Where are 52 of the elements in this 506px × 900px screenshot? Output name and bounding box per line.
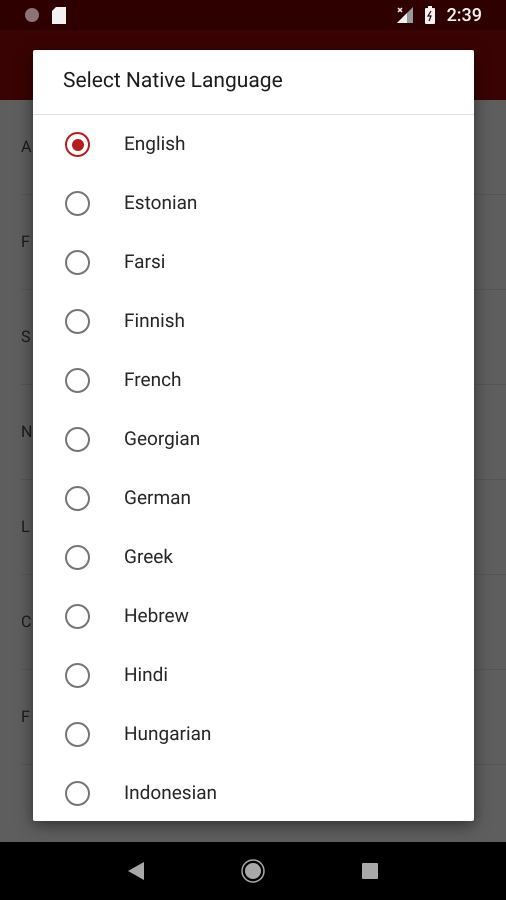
signal-icon xyxy=(396,7,413,23)
language-option[interactable]: Hungarian xyxy=(33,705,474,764)
language-option[interactable]: German xyxy=(33,469,474,528)
language-option[interactable]: French xyxy=(33,351,474,410)
option-label: Greek xyxy=(124,544,173,570)
language-option[interactable]: Farsi xyxy=(33,233,474,292)
language-option[interactable]: Hebrew xyxy=(33,587,474,646)
radio-button[interactable] xyxy=(65,250,90,275)
back-icon[interactable] xyxy=(128,862,144,880)
list-item-text: N xyxy=(21,424,32,440)
radio-button[interactable] xyxy=(65,545,90,570)
radio-button[interactable] xyxy=(65,486,90,511)
option-label: Georgian xyxy=(124,426,200,452)
list-item-text: L xyxy=(21,519,30,535)
status-time: 2:39 xyxy=(446,4,482,28)
radio-button[interactable] xyxy=(65,368,90,393)
language-option[interactable]: Indonesian xyxy=(33,764,474,821)
radio-button[interactable] xyxy=(65,427,90,452)
notification-dot-icon xyxy=(24,7,40,23)
radio-button[interactable] xyxy=(65,191,90,216)
option-label: Finnish xyxy=(124,308,185,334)
radio-button[interactable] xyxy=(65,604,90,629)
option-label: Estonian xyxy=(124,190,198,216)
option-label: Hungarian xyxy=(124,721,212,748)
list-item-text: F xyxy=(21,709,30,725)
home-icon[interactable] xyxy=(240,859,265,883)
option-label: Hebrew xyxy=(124,603,189,630)
dialog-title: Select Native Language xyxy=(63,68,283,96)
language-option[interactable]: Greek xyxy=(33,528,474,587)
list-item-text: A xyxy=(21,139,32,155)
radio-button[interactable] xyxy=(65,722,90,747)
option-label: Farsi xyxy=(124,249,166,276)
list-item-text: S xyxy=(21,329,30,345)
battery-icon xyxy=(424,6,435,24)
list-item-text: C xyxy=(21,614,32,630)
language-option[interactable]: Georgian xyxy=(33,410,474,469)
option-label: French xyxy=(124,367,182,394)
list-item-text: F xyxy=(21,234,30,250)
language-option[interactable]: Estonian xyxy=(33,174,474,233)
language-option[interactable]: English xyxy=(33,115,474,174)
option-label: Hindi xyxy=(124,662,168,688)
radio-button[interactable] xyxy=(65,132,90,157)
option-label: English xyxy=(124,131,186,158)
radio-button[interactable] xyxy=(65,781,90,806)
language-option[interactable]: Hindi xyxy=(33,646,474,705)
option-label: Indonesian xyxy=(124,780,218,806)
recents-icon[interactable] xyxy=(362,863,378,879)
language-option[interactable]: Finnish xyxy=(33,292,474,351)
sd-card-icon xyxy=(52,6,66,24)
radio-button[interactable] xyxy=(65,663,90,688)
option-label: German xyxy=(124,485,191,512)
radio-button[interactable] xyxy=(65,309,90,334)
